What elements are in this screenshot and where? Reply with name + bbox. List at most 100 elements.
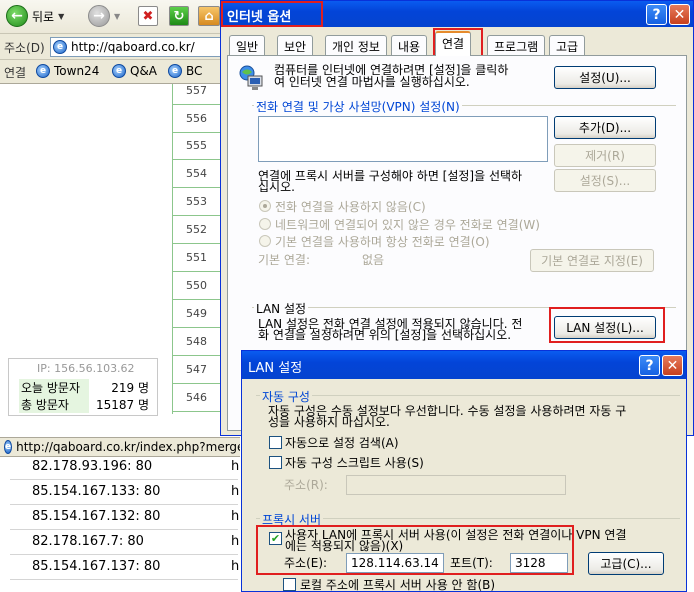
- auto-script-address-label: 주소(R):: [284, 478, 328, 492]
- tab-security[interactable]: 보안: [277, 35, 314, 55]
- auto-detect-checkbox[interactable]: [269, 436, 282, 449]
- stop-icon[interactable]: ✖: [138, 6, 158, 26]
- auto-script-address-input[interactable]: [346, 475, 566, 495]
- link-qa[interactable]: e Q&A: [112, 64, 157, 78]
- visitor-total-row: 총 방문자 15187 명: [17, 396, 153, 413]
- lan-text-line2: 화 연결을 설정하려면 위의 [설정]을 선택하십시오.: [258, 328, 512, 342]
- proxy-advanced-button[interactable]: 고급(C)...: [588, 552, 664, 575]
- lan-group-line: [252, 307, 676, 308]
- back-arrow-icon: ←: [6, 5, 28, 27]
- proxy-port-input[interactable]: 3128: [510, 553, 568, 573]
- status-url: http://qaboard.co.kr/index.php?merge: [16, 440, 240, 454]
- proxy-group-label: 프록시 서버: [260, 511, 324, 528]
- add-connection-button[interactable]: 추가(D)...: [554, 116, 656, 139]
- visitor-today-row: 오늘 방문자 219 명: [17, 379, 153, 396]
- board-row-number: 548: [172, 328, 220, 356]
- address-input[interactable]: e http://qaboard.co.kr/: [50, 37, 226, 57]
- board-row-number: 554: [172, 160, 220, 188]
- visitor-total-label: 총 방문자: [19, 396, 89, 413]
- forward-button[interactable]: → ▼: [88, 4, 120, 28]
- help-icon: ?: [652, 6, 661, 23]
- lan-group-label: LAN 설정: [254, 300, 309, 317]
- board-row-number: 551: [172, 244, 220, 272]
- visitor-ip: IP: 156.56.103.62: [37, 362, 135, 375]
- auto-script-checkbox[interactable]: [269, 456, 282, 469]
- network-computer-icon: [238, 64, 266, 92]
- link-town24[interactable]: e Town24: [36, 64, 99, 78]
- link-bc[interactable]: e BC: [168, 64, 202, 78]
- use-proxy-checkbox[interactable]: ✔: [269, 532, 282, 545]
- proxy-list: 82.178.93.196: 80 h 85.154.167.133: 80 h…: [0, 457, 245, 592]
- proxy-col: h: [231, 484, 240, 499]
- proxy-hint-line2: 십시오.: [258, 180, 295, 194]
- radio-dial-when-no-network[interactable]: [259, 218, 271, 230]
- refresh-icon[interactable]: ↻: [169, 6, 189, 26]
- visitor-counter: IP: 156.56.103.62 오늘 방문자 219 명 총 방문자 151…: [8, 358, 158, 416]
- radio-always-dial[interactable]: [259, 235, 271, 247]
- set-default-button[interactable]: 기본 연결로 지정(E): [530, 249, 654, 272]
- setup-button[interactable]: 설정(U)...: [554, 66, 656, 89]
- board-row-number: 555: [172, 132, 220, 160]
- dialup-connections-list[interactable]: [258, 116, 548, 162]
- address-label: 주소(D): [4, 41, 45, 55]
- proxy-port-label: 포트(T):: [450, 556, 493, 570]
- close-button[interactable]: ✕: [662, 355, 683, 376]
- board-row-number: 546: [172, 384, 220, 412]
- close-icon: ✕: [666, 357, 679, 374]
- auto-script-label: 자동 구성 스크립트 사용(S): [285, 456, 424, 470]
- use-proxy-label-line2: 에는 적용되지 않음)(X): [285, 539, 404, 553]
- board-row-number: 549: [172, 300, 220, 328]
- proxy-ip: 82.178.93.196: 80: [32, 459, 153, 474]
- table-row: 85.154.167.132: 80 h: [10, 505, 239, 530]
- help-button[interactable]: ?: [646, 4, 667, 25]
- lan-settings-titlebar[interactable]: LAN 설정 ? ✕: [242, 351, 686, 379]
- internet-options-titlebar[interactable]: 인터넷 옵션 ? ✕: [221, 1, 693, 27]
- proxy-ip: 85.154.167.137: 80: [32, 559, 161, 574]
- chevron-down-icon[interactable]: ▼: [58, 12, 64, 21]
- status-bar: e http://qaboard.co.kr/index.php?merge: [0, 437, 240, 457]
- board-row-number: 557: [172, 77, 220, 105]
- visitor-today-value: 219 명: [111, 381, 149, 395]
- lan-settings-button[interactable]: LAN 설정(L)...: [554, 316, 656, 339]
- proxy-ip: 82.178.167.7: 80: [32, 534, 144, 549]
- table-row: 85.154.167.137: 80 h: [10, 555, 240, 580]
- proxy-address-label: 주소(E):: [284, 556, 328, 570]
- close-button[interactable]: ✕: [669, 4, 690, 25]
- table-row: 82.178.93.196: 80 h: [10, 455, 239, 480]
- help-button[interactable]: ?: [639, 355, 660, 376]
- table-row: 85.154.167.133: 80 h: [10, 480, 240, 505]
- default-connection-value: 없음: [362, 253, 385, 267]
- tab-privacy[interactable]: 개인 정보: [325, 35, 387, 55]
- address-url: http://qaboard.co.kr/: [71, 40, 195, 54]
- proxy-ip: 85.154.167.133: 80: [32, 484, 161, 499]
- proxy-col: h: [231, 559, 240, 574]
- tab-advanced[interactable]: 고급: [549, 35, 586, 55]
- radio-always-dial-label: 기본 연결을 사용하며 항상 전화로 연결(O): [275, 235, 490, 249]
- visitor-today-label: 오늘 방문자: [19, 379, 89, 396]
- tab-programs[interactable]: 프로그램: [487, 35, 546, 55]
- ie-link-icon: e: [168, 64, 182, 78]
- radio-dial-when-no-network-label: 네트워크에 연결되어 있지 않은 경우 전화로 연결(W): [275, 218, 540, 232]
- chevron-down-icon[interactable]: ▼: [114, 12, 120, 21]
- tab-content[interactable]: 내용: [391, 35, 428, 55]
- bypass-local-checkbox[interactable]: [283, 578, 296, 591]
- tab-general[interactable]: 일반: [229, 35, 266, 55]
- back-button[interactable]: ← 뒤로 ▼: [6, 4, 64, 28]
- visitor-total-value: 15187 명: [95, 398, 149, 412]
- close-icon: ✕: [673, 6, 686, 23]
- proxy-address-input[interactable]: 128.114.63.14: [346, 553, 444, 573]
- auto-detect-label: 자동으로 설정 검색(A): [285, 436, 399, 450]
- radio-never-dial-label: 전화 연결을 사용하지 않음(C): [275, 200, 426, 214]
- lan-settings-title: LAN 설정: [248, 361, 303, 376]
- radio-never-dial[interactable]: [259, 200, 271, 212]
- lan-settings-dialog: LAN 설정 ? ✕ 자동 구성 자동 구성은 수동 설정보다 우선합니다. 수…: [241, 350, 687, 592]
- connection-settings-button[interactable]: 설정(S)...: [554, 169, 656, 192]
- remove-connection-button[interactable]: 제거(R): [554, 144, 656, 167]
- tab-connections[interactable]: 연결: [435, 31, 472, 56]
- proxy-hint-line1: 연결에 프록시 서버를 구성해야 하면 [설정]을 선택하: [258, 169, 523, 183]
- proxy-ip: 85.154.167.132: 80: [32, 509, 161, 524]
- link-label: Town24: [54, 64, 100, 78]
- auto-group-label: 자동 구성: [260, 388, 312, 405]
- link-label: Q&A: [130, 64, 158, 78]
- home-icon[interactable]: ⌂: [198, 6, 220, 26]
